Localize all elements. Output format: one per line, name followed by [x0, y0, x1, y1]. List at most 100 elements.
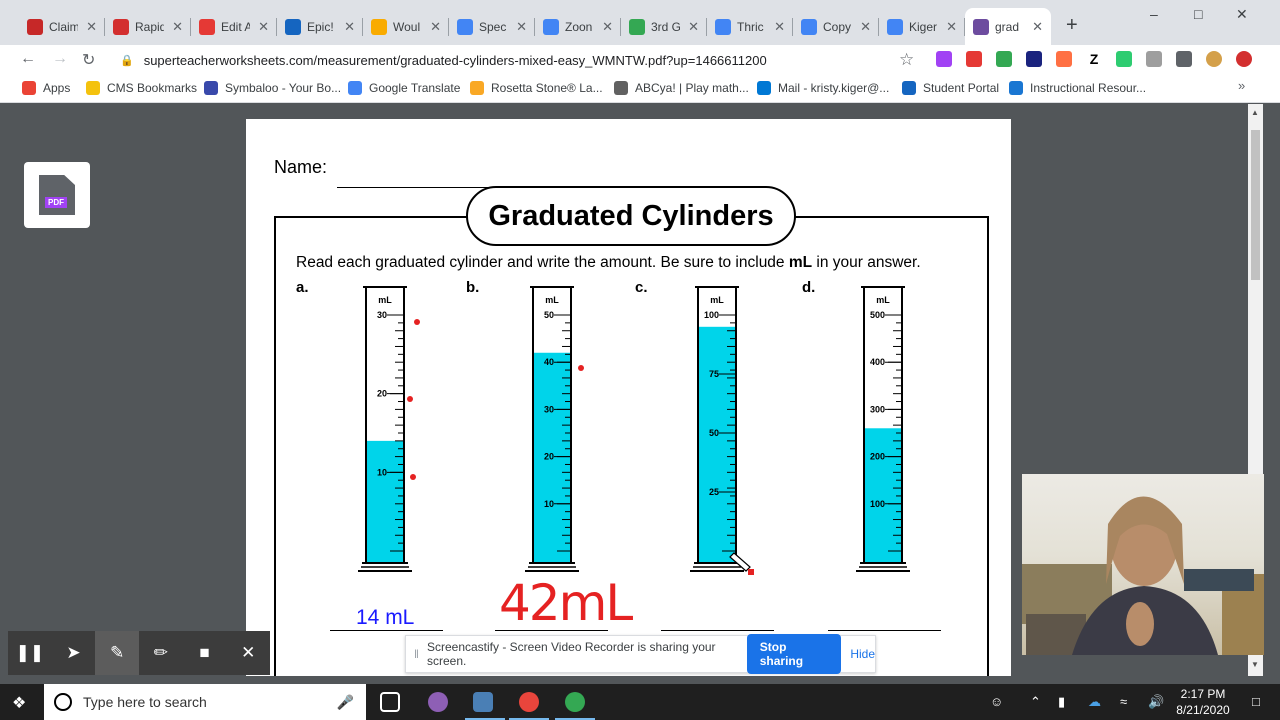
- update-icon[interactable]: [1236, 51, 1252, 67]
- extension-icon[interactable]: [1056, 51, 1072, 67]
- epic-icon: [285, 18, 301, 35]
- reload-icon[interactable]: ↻: [82, 50, 95, 70]
- eraser-tool-button[interactable]: ✏: [139, 631, 183, 675]
- photos-icon[interactable]: [473, 692, 493, 712]
- cylinder-liquid: [865, 428, 901, 563]
- bookmark-item[interactable]: Apps: [22, 81, 70, 95]
- close-tab-icon[interactable]: ✕: [688, 19, 699, 35]
- onedrive-icon[interactable]: ☁: [1088, 694, 1101, 710]
- screencastify-toolbar: ❚❚ ➤ ✎ ✏ ■ ✕: [8, 631, 270, 675]
- forward-icon[interactable]: →: [52, 50, 68, 68]
- close-window-icon[interactable]: ✕: [1236, 6, 1248, 23]
- close-tab-icon[interactable]: ✕: [516, 19, 527, 35]
- bookmark-icon: [204, 81, 218, 95]
- system-clock[interactable]: 2:17 PM 8/21/2020: [1173, 686, 1233, 718]
- extension-icon[interactable]: [966, 51, 982, 67]
- annotation-dot: [410, 474, 416, 480]
- scroll-down-icon[interactable]: ▼: [1251, 660, 1259, 669]
- people-icon[interactable]: ☺: [990, 694, 1003, 709]
- browser-tab[interactable]: 3rd G ✕: [621, 8, 707, 45]
- close-tab-icon[interactable]: ✕: [172, 19, 183, 35]
- chrome-icon[interactable]: [565, 692, 585, 712]
- chevron-up-icon[interactable]: ⌃: [1030, 694, 1041, 710]
- extension-icon[interactable]: [1026, 51, 1042, 67]
- bookmark-label: Symbaloo - Your Bo...: [225, 81, 342, 95]
- new-tab-icon[interactable]: +: [1066, 14, 1078, 37]
- cylinder-tick-label: 400: [870, 357, 885, 367]
- taskbar-search[interactable]: Type here to search 🎤: [44, 684, 366, 720]
- browser-tab[interactable]: Epic! ✕: [277, 8, 363, 45]
- extension-icon[interactable]: [996, 51, 1012, 67]
- close-tab-icon[interactable]: ✕: [86, 19, 97, 35]
- answer-a: 14 mL: [356, 606, 415, 629]
- close-tab-icon[interactable]: ✕: [774, 19, 785, 35]
- bookmark-item[interactable]: Google Translate: [348, 81, 460, 95]
- close-tab-icon[interactable]: ✕: [946, 19, 957, 35]
- close-tab-icon[interactable]: ✕: [430, 19, 441, 35]
- close-tab-icon[interactable]: ✕: [860, 19, 871, 35]
- bookmark-item[interactable]: Instructional Resour...: [1009, 81, 1146, 95]
- browser-tab[interactable]: Spec ✕: [449, 8, 535, 45]
- extension-icon[interactable]: Z: [1086, 51, 1102, 67]
- close-toolbar-button[interactable]: ✕: [226, 631, 270, 675]
- volume-icon[interactable]: 🔊: [1148, 694, 1164, 710]
- close-tab-icon[interactable]: ✕: [344, 19, 355, 35]
- back-icon[interactable]: ←: [20, 50, 36, 68]
- chrome-icon[interactable]: [519, 692, 539, 712]
- pen-tool-button[interactable]: ✎: [95, 631, 140, 675]
- hide-button[interactable]: Hide: [850, 647, 875, 661]
- browser-tab[interactable]: Thric ✕: [707, 8, 793, 45]
- extension-icon[interactable]: [1116, 51, 1132, 67]
- browser-tab[interactable]: Rapid ✕: [105, 8, 191, 45]
- wifi-icon[interactable]: ≈: [1120, 694, 1127, 709]
- browser-tab[interactable]: Copy ✕: [793, 8, 879, 45]
- docs-icon: [543, 18, 559, 35]
- webcam-overlay[interactable]: [1022, 474, 1264, 655]
- bookmark-star-icon[interactable]: ☆: [899, 50, 914, 70]
- bookmark-item[interactable]: Rosetta Stone® La...: [470, 81, 603, 95]
- bookmark-item[interactable]: Mail - kristy.kiger@...: [757, 81, 889, 95]
- browser-tab[interactable]: Claim ✕: [19, 8, 105, 45]
- avatar[interactable]: [1206, 51, 1222, 67]
- microphone-icon[interactable]: 🎤: [337, 694, 354, 711]
- bookmark-item[interactable]: Symbaloo - Your Bo...: [204, 81, 341, 95]
- cursor-tool-button[interactable]: ➤: [52, 631, 96, 675]
- close-tab-icon[interactable]: ✕: [258, 19, 269, 35]
- bookmark-item[interactable]: ABCya! | Play math...: [614, 81, 749, 95]
- maximize-icon[interactable]: □: [1194, 6, 1202, 22]
- more-bookmarks-icon[interactable]: »: [1238, 78, 1245, 93]
- bookmark-item[interactable]: Student Portal: [902, 81, 999, 95]
- cylinder-unit-label: mL: [710, 295, 724, 305]
- minimize-icon[interactable]: –: [1150, 6, 1158, 22]
- camera-button[interactable]: ■: [183, 631, 227, 675]
- clock-time: 2:17 PM: [1180, 687, 1226, 701]
- search-placeholder[interactable]: Type here to search: [83, 694, 207, 710]
- extension-icon[interactable]: [936, 51, 952, 67]
- pdf-thumbnail[interactable]: PDF: [24, 162, 90, 228]
- url-text[interactable]: superteacherworksheets.com/measurement/g…: [144, 53, 767, 68]
- task-view-icon[interactable]: [380, 692, 400, 712]
- address-bar[interactable]: 🔒 superteacherworksheets.com/measurement…: [112, 47, 920, 73]
- puzzle-icon[interactable]: [1176, 51, 1192, 67]
- pause-button[interactable]: ❚❚: [8, 631, 52, 675]
- close-tab-icon[interactable]: ✕: [1032, 19, 1043, 35]
- browser-tab[interactable]: Kiger ✕: [879, 8, 965, 45]
- browser-tab[interactable]: Zoon ✕: [535, 8, 621, 45]
- windows-start-icon[interactable]: ❖: [12, 693, 26, 713]
- browser-tab[interactable]: Edit A ✕: [191, 8, 277, 45]
- browser-tab[interactable]: Woul ✕: [363, 8, 449, 45]
- browser-tab[interactable]: grad ✕: [965, 8, 1051, 45]
- notifications-icon[interactable]: □: [1252, 694, 1260, 709]
- qr-icon[interactable]: [1146, 51, 1162, 67]
- close-tab-icon[interactable]: ✕: [602, 19, 613, 35]
- stop-sharing-button[interactable]: Stop sharing: [746, 634, 842, 674]
- bookmark-item[interactable]: CMS Bookmarks: [86, 81, 197, 95]
- app-icon[interactable]: [428, 692, 448, 712]
- scrollbar-thumb[interactable]: [1251, 130, 1260, 280]
- bookmark-label: Apps: [43, 81, 71, 95]
- browser-toolbar: ← → ↻ 🔒 superteacherworksheets.com/measu…: [0, 45, 1280, 75]
- battery-icon[interactable]: ▮: [1058, 694, 1065, 710]
- cylinder-tick-label: 10: [544, 499, 554, 509]
- drag-handle-icon[interactable]: ‖: [414, 647, 419, 661]
- scroll-up-icon[interactable]: ▲: [1251, 108, 1259, 117]
